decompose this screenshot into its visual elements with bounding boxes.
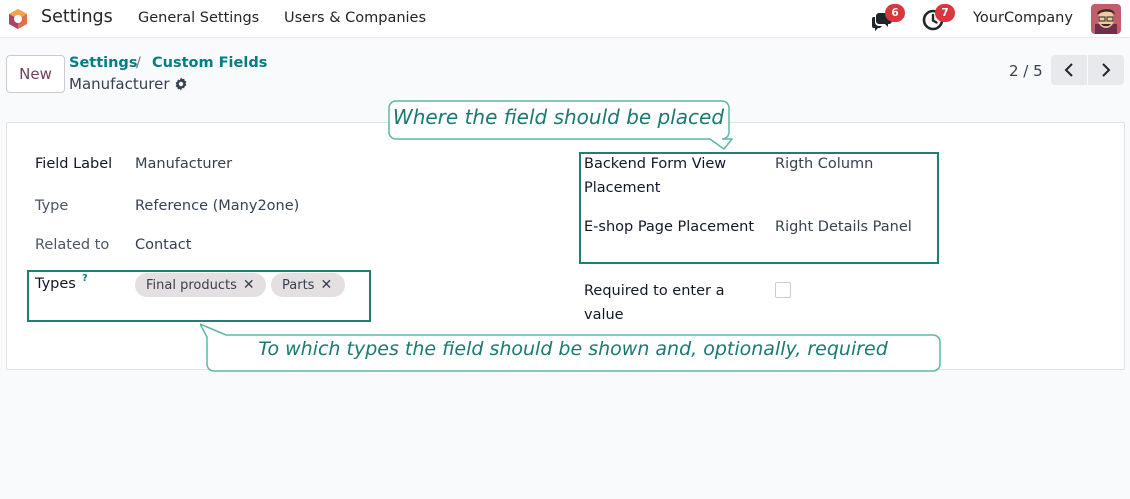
types-highlight-box bbox=[27, 270, 371, 322]
type-label: Type bbox=[35, 198, 69, 214]
related-to-label: Related to bbox=[35, 237, 110, 253]
menu-general-settings[interactable]: General Settings bbox=[138, 10, 259, 26]
callout-types: To which types the field should be shown… bbox=[198, 322, 945, 374]
field-label-value[interactable]: Manufacturer bbox=[135, 156, 232, 172]
new-button[interactable]: New bbox=[6, 55, 65, 93]
callout-placement: Where the field should be placed bbox=[388, 100, 734, 151]
messages-badge: 6 bbox=[885, 4, 905, 22]
menu-users-companies[interactable]: Users & Companies bbox=[284, 10, 426, 26]
app-name[interactable]: Settings bbox=[41, 7, 113, 27]
callout-types-text: To which types the field should be shown… bbox=[258, 338, 888, 360]
avatar[interactable] bbox=[1091, 4, 1121, 34]
pager-previous-button[interactable] bbox=[1051, 55, 1087, 85]
top-navbar: Settings General Settings Users & Compan… bbox=[0, 0, 1130, 38]
related-to-value: Contact bbox=[135, 237, 192, 253]
chevron-right-icon bbox=[1102, 63, 1111, 77]
chevron-left-icon bbox=[1064, 63, 1073, 77]
odoo-logo-icon[interactable] bbox=[7, 8, 29, 30]
gear-icon[interactable] bbox=[174, 77, 188, 91]
record-title: Manufacturer bbox=[69, 75, 170, 93]
required-label: Required to enter a value bbox=[584, 283, 725, 323]
breadcrumb-custom-fields[interactable]: Custom Fields bbox=[152, 55, 267, 71]
breadcrumb-separator: / bbox=[136, 55, 141, 71]
pager-next-button[interactable] bbox=[1088, 55, 1124, 85]
type-value: Reference (Many2one) bbox=[135, 198, 300, 214]
required-checkbox[interactable] bbox=[775, 282, 791, 298]
activities-badge: 7 bbox=[935, 4, 955, 22]
company-switcher[interactable]: YourCompany bbox=[973, 10, 1073, 26]
placement-highlight-box bbox=[579, 152, 939, 264]
callout-placement-text: Where the field should be placed bbox=[392, 105, 725, 129]
field-label-label: Field Label bbox=[35, 156, 113, 172]
pager-value: 2 / 5 bbox=[1009, 62, 1043, 80]
breadcrumb-settings[interactable]: Settings bbox=[69, 55, 137, 71]
